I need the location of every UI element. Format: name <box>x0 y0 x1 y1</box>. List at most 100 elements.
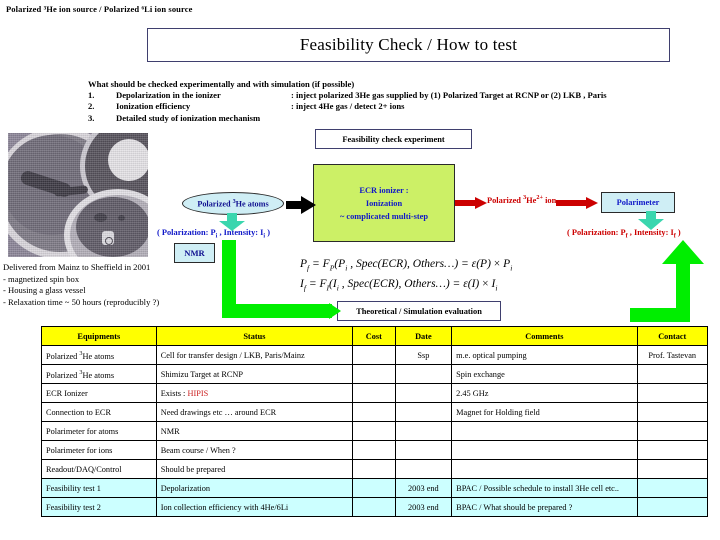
cell-equipment: Polarized 3He atoms <box>41 345 157 365</box>
equipment-status-table: Equipments Status Cost Date Comments Con… <box>41 326 709 517</box>
cell-status: Exists : HIPIS <box>155 383 354 403</box>
cell-cost <box>352 345 396 365</box>
table-row[interactable]: Polarimeter for ions Beam course / When … <box>41 440 709 460</box>
checklist-text: Ionization efficiency <box>116 101 191 112</box>
cell-status: Cell for transfer design / LKB, Paris/Ma… <box>155 345 354 365</box>
cell-contact <box>636 459 709 479</box>
cell-cost <box>352 459 396 479</box>
cell-equipment: Feasibility test 2 <box>41 497 157 517</box>
black-arrow-icon <box>286 196 316 214</box>
table-row[interactable]: Polarized 3He atoms Shimizu Target at RC… <box>41 364 709 384</box>
cell-date: 2003 end <box>394 478 453 498</box>
cell-contact <box>636 383 709 403</box>
col-cost: Cost <box>352 326 396 346</box>
table-row[interactable]: ECR Ionizer Exists : HIPIS 2.45 GHz <box>41 383 709 403</box>
teal-down-arrow-icon <box>638 211 664 230</box>
photo-caption: Delivered from Mainz to Sheffield in 200… <box>3 262 159 308</box>
photo-caption-line: - Housing a glass vessel <box>3 285 86 296</box>
cell-cost <box>352 364 396 384</box>
cell-comments: BPAC / Possible schedule to install 3He … <box>451 478 638 498</box>
cell-equipment: Connection to ECR <box>41 402 157 422</box>
col-status: Status <box>155 326 354 346</box>
cell-contact <box>636 478 709 498</box>
checklist-heading: What should be checked experimentally an… <box>88 79 355 89</box>
nmr-box: NMR <box>174 243 215 263</box>
feasibility-check-label: Feasibility check experiment <box>342 134 445 144</box>
table-row[interactable]: Connection to ECR Need drawings etc … ar… <box>41 402 709 422</box>
col-comments: Comments <box>451 326 638 346</box>
cell-status: Should be prepared <box>155 459 354 479</box>
slide-title-box: Feasibility Check / How to test <box>147 28 670 62</box>
cell-comments: 2.45 GHz <box>451 383 638 403</box>
cell-comments <box>451 440 638 460</box>
checklist-number: 3. <box>88 112 95 123</box>
ecr-ionizer-box: ECR ionizer : Ionization ~ complicated m… <box>313 164 455 242</box>
cell-contact: Prof. Tastevan <box>636 345 709 365</box>
cell-equipment: ECR Ionizer <box>41 383 157 403</box>
cell-equipment: Polarimeter for atoms <box>41 421 157 441</box>
photo-caption-line: - magnetized spin box <box>3 273 80 284</box>
checklist-item: 2. Ionization efficiency : inject 4He ga… <box>88 101 688 112</box>
checklist-item: 1. Depolarization in the ionizer : injec… <box>88 90 688 101</box>
ecr-line-2: Ionization <box>365 198 403 208</box>
cell-comments: m.e. optical pumping <box>451 345 638 365</box>
cell-equipment: Polarimeter for ions <box>41 440 157 460</box>
table-row[interactable]: Polarimeter for atoms NMR <box>41 421 709 441</box>
nmr-label: NMR <box>184 248 205 258</box>
cell-comments <box>451 421 638 441</box>
cell-contact <box>636 497 709 517</box>
table-row[interactable]: Feasibility test 2 Ion collection effici… <box>41 497 709 517</box>
cell-cost <box>352 383 396 403</box>
cell-cost <box>352 402 396 422</box>
cell-comments: BPAC / What should be prepared ? <box>451 497 638 517</box>
teal-down-arrow-icon <box>219 213 245 231</box>
green-elbow-arrow-right <box>630 240 704 322</box>
cell-contact <box>636 402 709 422</box>
cell-comments: Spin exchange <box>451 364 638 384</box>
page-title: Feasibility Check / How to test <box>299 35 518 54</box>
table-row[interactable]: Polarized 3He atoms Cell for transfer de… <box>41 345 709 365</box>
cell-cost <box>352 421 396 441</box>
checklist-note: : inject polarized 3He gas supplied by (… <box>291 90 607 100</box>
theoretical-simulation-label: Theoretical / Simulation evaluation <box>356 306 482 316</box>
cell-cost <box>352 478 396 498</box>
checklist-item: 3. Detailed study of ionization mechanis… <box>88 113 688 124</box>
checklist-note <box>291 113 688 124</box>
cell-date <box>394 459 453 479</box>
cell-date <box>394 364 453 384</box>
polarized-he3-atoms-label: Polarized 3He atoms <box>197 198 269 209</box>
checklist-text: Detailed study of ionization mechanism <box>116 112 261 123</box>
cell-contact <box>636 440 709 460</box>
table-row[interactable]: Feasibility test 1 Depolarization 2003 e… <box>41 478 709 498</box>
cell-equipment: Feasibility test 1 <box>41 478 157 498</box>
checklist-text: Depolarization in the ionizer <box>116 90 221 100</box>
col-equipments: Equipments <box>41 326 157 346</box>
polarized-he3-ion-label: Polarized 3He2+ ion <box>487 194 557 205</box>
cell-status: Ion collection efficiency with 4He/6Li <box>155 497 354 517</box>
col-contact: Contact <box>636 326 709 346</box>
checklist-number: 1. <box>88 90 95 100</box>
cell-date <box>394 440 453 460</box>
cell-date <box>394 383 453 403</box>
cell-status: Shimizu Target at RCNP <box>155 364 354 384</box>
polarimeter-box: Polarimeter <box>601 192 675 213</box>
green-arrow-head-icon <box>317 303 341 319</box>
slide-subtitle: Polarized ³He ion source / Polarized ⁶Li… <box>6 4 193 14</box>
checklist-number: 2. <box>88 101 95 112</box>
cell-equipment: Readout/DAQ/Control <box>41 459 157 479</box>
green-elbow-arrow-left <box>222 240 332 318</box>
ecr-line-3: ~ complicated multi-step <box>339 211 429 221</box>
checklist-note: : inject 4He gas / detect 2+ ions <box>291 101 405 112</box>
cell-status: NMR <box>155 421 354 441</box>
polarimeter-label: Polarimeter <box>616 198 660 207</box>
photo-caption-line: - Relaxation time ~ 50 hours (reproducib… <box>3 296 160 307</box>
table-header-row: Equipments Status Cost Date Comments Con… <box>41 326 709 346</box>
table-row[interactable]: Readout/DAQ/Control Should be prepared <box>41 459 709 479</box>
cell-comments <box>451 459 638 479</box>
cell-status: Depolarization <box>155 478 354 498</box>
cell-contact <box>636 421 709 441</box>
cell-date <box>394 421 453 441</box>
cell-cost <box>352 440 396 460</box>
cell-cost <box>352 497 396 517</box>
cell-date: Ssp <box>394 345 453 365</box>
